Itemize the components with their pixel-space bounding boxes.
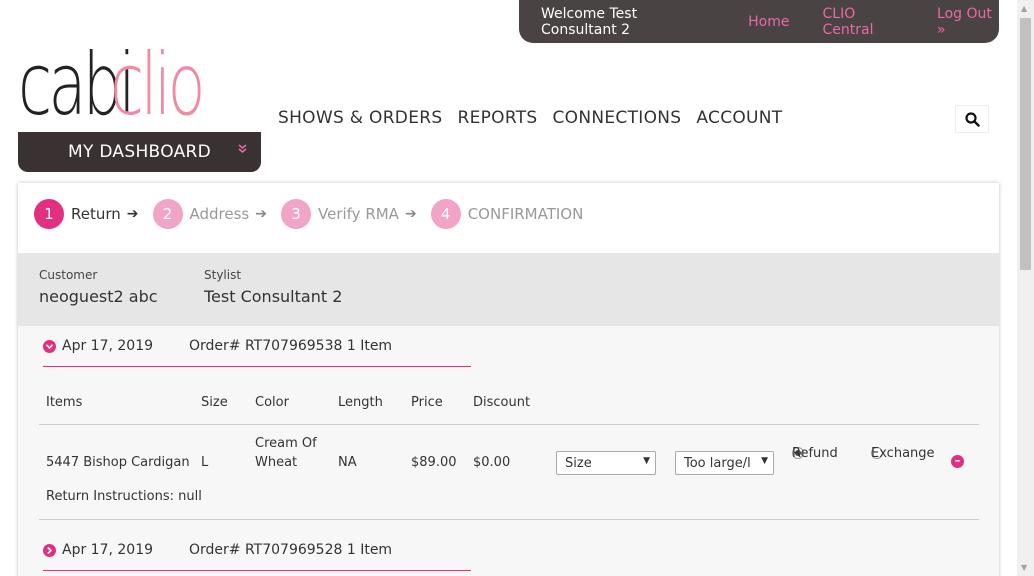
step-confirmation[interactable]: 4 CONFIRMATION bbox=[430, 199, 584, 229]
nav-connections[interactable]: CONNECTIONS bbox=[553, 108, 682, 128]
top-user-bar: Welcome Test Consultant 2 Home CLIO Cent… bbox=[519, 0, 999, 43]
clio-central-link[interactable]: CLIO Central bbox=[823, 6, 904, 38]
step-number: 2 bbox=[152, 199, 183, 229]
return-instructions: Return Instructions: null bbox=[46, 489, 202, 504]
order-header[interactable]: Apr 17, 2019 Order# RT707969528 1 Item bbox=[43, 530, 471, 571]
arrow-right-icon: ➔ bbox=[126, 206, 139, 222]
logo-clio-text: clio bbox=[110, 35, 206, 135]
remove-item-icon[interactable]: – bbox=[951, 455, 964, 468]
item-length: NA bbox=[338, 455, 357, 470]
table-row: 5447 Bishop Cardigan L Cream Of Wheat NA… bbox=[39, 425, 979, 520]
col-price: Price bbox=[411, 395, 443, 410]
step-return[interactable]: 1 Return ➔ bbox=[34, 199, 139, 229]
dropdown-arrow-icon: ▼ bbox=[643, 456, 650, 466]
step-number: 4 bbox=[430, 199, 461, 229]
exchange-label: Exchange bbox=[871, 445, 935, 461]
nav-account[interactable]: ACCOUNT bbox=[696, 108, 782, 128]
step-label: Return bbox=[71, 205, 121, 223]
step-verify-rma[interactable]: 3 Verify RMA ➔ bbox=[281, 199, 417, 229]
main-nav: SHOWS & ORDERS REPORTS CONNECTIONS ACCOU… bbox=[278, 108, 798, 128]
chevron-down-icon[interactable] bbox=[43, 339, 56, 353]
step-label: CONFIRMATION bbox=[467, 205, 584, 223]
item-price: $89.00 bbox=[411, 455, 457, 470]
reason-select[interactable]: Too large/l ▼ bbox=[675, 451, 774, 475]
stylist-label: Stylist bbox=[204, 268, 242, 282]
scroll-down-icon[interactable]: ▼ bbox=[1021, 563, 1027, 572]
customer-label: Customer bbox=[39, 268, 98, 282]
step-number: 1 bbox=[34, 199, 64, 229]
home-link[interactable]: Home bbox=[748, 14, 789, 30]
col-length: Length bbox=[338, 395, 383, 410]
table-header: Items Size Color Length Price Discount bbox=[39, 381, 979, 425]
order-items-table: Items Size Color Length Price Discount 5… bbox=[39, 381, 979, 520]
col-color: Color bbox=[255, 395, 289, 410]
chevron-right-icon[interactable] bbox=[43, 543, 56, 557]
welcome-text: Welcome Test Consultant 2 bbox=[541, 5, 638, 38]
search-icon bbox=[964, 111, 980, 127]
customer-name: neoguest2 abc bbox=[39, 287, 158, 306]
my-dashboard-label: MY DASHBOARD bbox=[67, 142, 212, 162]
item-name: 5447 Bishop Cardigan bbox=[46, 455, 190, 470]
nav-shows-orders[interactable]: SHOWS & ORDERS bbox=[278, 108, 442, 128]
order-number: Order# RT707969528 1 Item bbox=[189, 542, 393, 558]
scroll-up-icon[interactable]: ▲ bbox=[1021, 4, 1027, 13]
logout-link[interactable]: Log Out » bbox=[937, 6, 999, 38]
nav-reports[interactable]: REPORTS bbox=[457, 108, 537, 128]
col-discount: Discount bbox=[473, 395, 531, 410]
step-address[interactable]: 2 Address ➔ bbox=[152, 199, 267, 229]
scrollbar-thumb[interactable] bbox=[1020, 18, 1031, 270]
item-discount: $0.00 bbox=[473, 455, 511, 470]
stylist-info: Stylist Test Consultant 2 bbox=[204, 268, 342, 306]
vertical-scrollbar[interactable]: ▲ ▼ bbox=[1017, 0, 1034, 576]
item-size: L bbox=[201, 455, 209, 470]
col-size: Size bbox=[201, 395, 228, 410]
return-card: 1 Return ➔ 2 Address ➔ 3 Verify RMA ➔ 4 … bbox=[18, 183, 999, 576]
orders-section: Apr 17, 2019 Order# RT707969538 1 Item I… bbox=[18, 326, 999, 576]
step-label: Address bbox=[189, 205, 250, 223]
search-button[interactable] bbox=[955, 105, 989, 133]
arrow-right-icon: ➔ bbox=[255, 206, 267, 222]
my-dashboard-button[interactable]: MY DASHBOARD bbox=[18, 132, 261, 172]
dropdown-arrow-icon: ▼ bbox=[761, 456, 768, 466]
size-select[interactable]: Size ▼ bbox=[556, 451, 656, 475]
customer-info: Customer neoguest2 abc bbox=[39, 268, 158, 306]
col-items: Items bbox=[46, 395, 83, 410]
step-label: Verify RMA bbox=[318, 205, 399, 223]
chevron-down-icon bbox=[238, 144, 247, 154]
order-header[interactable]: Apr 17, 2019 Order# RT707969538 1 Item bbox=[43, 326, 471, 367]
order-number: Order# RT707969538 1 Item bbox=[189, 338, 393, 354]
customer-info-band: Customer neoguest2 abc Stylist Test Cons… bbox=[18, 253, 999, 326]
size-select-value: Size bbox=[565, 455, 592, 471]
item-color-line1: Cream Of bbox=[255, 436, 317, 451]
item-color-line2: Wheat bbox=[255, 455, 298, 470]
order-date: Apr 17, 2019 bbox=[62, 338, 154, 354]
cabi-clio-logo[interactable]: cabi clio bbox=[18, 36, 264, 134]
stylist-name: Test Consultant 2 bbox=[204, 287, 343, 306]
reason-select-value: Too large/l bbox=[684, 455, 751, 471]
refund-label: Refund bbox=[792, 445, 838, 461]
order-date: Apr 17, 2019 bbox=[62, 542, 154, 558]
step-number: 3 bbox=[281, 199, 311, 229]
arrow-right-icon: ➔ bbox=[404, 206, 417, 222]
return-steps: 1 Return ➔ 2 Address ➔ 3 Verify RMA ➔ 4 … bbox=[34, 199, 597, 229]
